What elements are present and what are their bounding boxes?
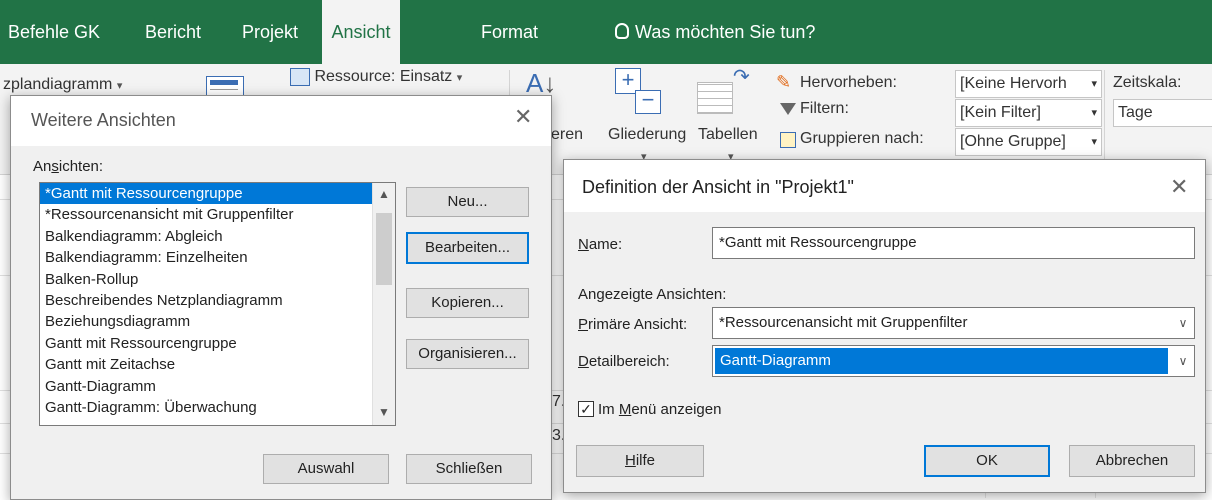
im-menu-checkbox[interactable]: ✓	[578, 401, 594, 417]
list-item[interactable]: *Gantt mit Ressourcengruppe	[40, 183, 395, 205]
zeitskala-label: Zeitskala:	[1113, 74, 1182, 91]
filtern-label: Filtern:	[800, 100, 849, 117]
chevron-down-icon: ▾	[116, 80, 123, 92]
listbox-scrollbar[interactable]: ▲ ▼	[372, 183, 395, 425]
tell-me-box[interactable]: Was möchten Sie tun?	[615, 0, 815, 64]
weitere-ansichten-dialog: Weitere Ansichten ✕ Ansichten: *Gantt mi…	[10, 95, 552, 500]
check-icon: ✓	[580, 401, 592, 417]
chevron-down-icon: ∨	[1178, 316, 1188, 330]
close-icon[interactable]: ✕	[514, 104, 532, 130]
angezeigte-ansichten-label: Angezeigte Ansichten:	[578, 286, 727, 303]
chevron-down-icon: ▾	[1091, 136, 1097, 148]
detail-label: Detailbereich:	[578, 353, 670, 370]
detailbereich-selected: Gantt-Diagramm	[715, 348, 1168, 374]
tab-ansicht[interactable]: Ansicht	[322, 0, 400, 64]
chevron-down-icon: ▾	[1091, 107, 1097, 119]
auswahl-button[interactable]: Auswahl	[263, 454, 389, 484]
ressource-einsatz-button[interactable]: Ressource: Einsatz ▾	[290, 68, 462, 86]
scrollbar-thumb[interactable]	[376, 213, 392, 285]
ansichten-listbox[interactable]: *Gantt mit Ressourcengruppe *Ressourcenan…	[39, 182, 396, 426]
gruppieren-combo[interactable]: [Ohne Gruppe] ▾	[955, 128, 1102, 156]
chevron-down-icon: ∨	[1178, 354, 1188, 368]
abbrechen-button[interactable]: Abbrechen	[1069, 445, 1195, 477]
gruppieren-label: Gruppieren nach:	[800, 130, 924, 147]
list-item[interactable]: Beziehungsdiagramm	[40, 311, 395, 332]
refresh-arrow-icon: ↷	[733, 66, 750, 88]
kopieren-button[interactable]: Kopieren...	[406, 288, 529, 318]
im-menu-label: Im Menü anzeigen	[598, 401, 722, 418]
list-item[interactable]: Balkendiagramm: Einzelheiten	[40, 247, 395, 268]
definition-dialog: Definition der Ansicht in "Projekt1" ✕ N…	[563, 159, 1206, 493]
dialog-title: Weitere Ansichten	[31, 110, 176, 130]
primaere-ansicht-combo[interactable]: *Ressourcenansicht mit Gruppenfilter ∨	[712, 307, 1195, 339]
netzplan-button[interactable]: zplandiagramm ▾	[3, 76, 122, 94]
filtern-combo[interactable]: [Kein Filter] ▾	[955, 99, 1102, 127]
table-grid-icon	[697, 82, 733, 114]
highlight-icon: ✎	[776, 72, 792, 92]
schliessen-button[interactable]: Schließen	[406, 454, 532, 484]
ok-button[interactable]: OK	[924, 445, 1050, 477]
filter-icon	[780, 103, 796, 115]
dialog-title: Definition der Ansicht in "Projekt1"	[582, 177, 854, 197]
list-item[interactable]: Gantt mit Zeitachse	[40, 354, 395, 375]
tabellen-button[interactable]: Tabellen	[698, 126, 758, 144]
name-field[interactable]: *Gantt mit Ressourcengruppe	[712, 227, 1195, 259]
list-item[interactable]: Gantt-Diagramm	[40, 376, 395, 397]
sortieren-button[interactable]: eren	[551, 126, 583, 144]
ansichten-label: Ansichten:	[33, 158, 104, 175]
list-item[interactable]: Beschreibendes Netzplandiagramm	[40, 290, 395, 311]
list-item[interactable]: Gantt mit Ressourcengruppe	[40, 333, 395, 354]
resource-usage-icon	[290, 68, 310, 86]
tell-me-text: Was möchten Sie tun?	[635, 22, 816, 42]
chevron-down-icon: ▾	[456, 72, 463, 85]
tab-projekt[interactable]: Projekt	[242, 0, 298, 64]
list-item[interactable]: *Ressourcenansicht mit Gruppenfilter	[40, 204, 395, 225]
bearbeiten-button[interactable]: Bearbeiten...	[406, 232, 529, 264]
group-icon	[780, 132, 796, 148]
scroll-down-icon[interactable]: ▼	[373, 405, 395, 419]
hervorheben-combo[interactable]: [Keine Hervorh ▾	[955, 70, 1102, 98]
hervorheben-label: Hervorheben:	[800, 74, 897, 91]
lightbulb-icon	[615, 23, 629, 40]
detailbereich-combo[interactable]: Gantt-Diagramm ∨	[712, 345, 1195, 377]
tab-befehle-gk[interactable]: Befehle GK	[8, 0, 100, 64]
hilfe-button[interactable]: Hilfe	[576, 445, 704, 477]
tab-bericht[interactable]: Bericht	[145, 0, 201, 64]
tab-format[interactable]: Format	[481, 0, 538, 64]
ribbon-separator	[1104, 70, 1105, 168]
primaer-label: Primäre Ansicht:	[578, 316, 688, 333]
ribbon-tab-bar: Befehle GK Bericht Projekt Ansicht Forma…	[0, 0, 1212, 64]
chevron-down-icon: ▾	[1091, 78, 1097, 90]
outline-icon: + −	[615, 68, 661, 114]
list-item[interactable]: Balken-Rollup	[40, 269, 395, 290]
close-icon[interactable]: ✕	[1170, 174, 1188, 200]
scroll-up-icon[interactable]: ▲	[373, 187, 395, 201]
organisieren-button[interactable]: Organisieren...	[406, 339, 529, 369]
list-item[interactable]: Gantt-Diagramm: Überwachung	[40, 397, 395, 418]
gliederung-button[interactable]: Gliederung	[608, 126, 686, 144]
name-label: Name:	[578, 236, 623, 253]
zeitskala-combo[interactable]: Tage	[1113, 99, 1212, 127]
list-item[interactable]: Balkendiagramm: Abgleich	[40, 226, 395, 247]
neu-button[interactable]: Neu...	[406, 187, 529, 217]
